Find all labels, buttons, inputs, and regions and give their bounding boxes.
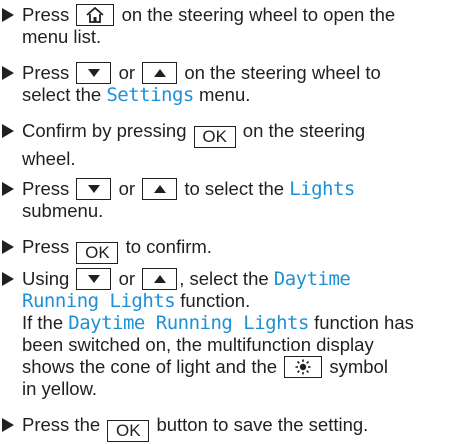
- bullet-icon: [2, 66, 14, 80]
- triangle-up-icon: [153, 185, 166, 193]
- triangle-down-icon: [87, 69, 100, 77]
- up-key: [142, 62, 178, 84]
- bullet-icon: [2, 418, 14, 432]
- step-text: on the steering wheel to: [184, 62, 381, 83]
- up-key: [142, 268, 178, 290]
- display-text-lights: Lights: [289, 178, 355, 200]
- step-text: Press: [22, 236, 70, 257]
- display-text-daytime: Daytime: [273, 268, 351, 290]
- ok-key: OK: [193, 126, 236, 148]
- step-text: Press: [22, 4, 70, 25]
- step-7: Press the OK button to save the setting.: [0, 414, 468, 442]
- step-text: menu.: [198, 84, 251, 105]
- step-text: Press: [22, 62, 70, 83]
- bullet-icon: [2, 240, 14, 254]
- note-text: shows the cone of light and the: [22, 356, 278, 377]
- display-text-settings: Settings: [106, 84, 194, 106]
- step-text: to confirm.: [125, 236, 212, 257]
- down-key: [76, 62, 112, 84]
- or-text: or: [118, 178, 136, 199]
- bullet-icon: [2, 8, 14, 22]
- note-text: symbol: [329, 356, 388, 377]
- light-symbol-key: [284, 356, 323, 378]
- step-text: Press: [22, 178, 70, 199]
- display-text-running-lights: Running Lights: [22, 290, 176, 312]
- step-3: Confirm by pressing OK on the steering w…: [0, 120, 468, 170]
- ok-key: OK: [76, 242, 119, 264]
- step-text: Confirm by pressing: [22, 120, 187, 141]
- bullet-icon: [2, 272, 14, 286]
- bullet-icon: [2, 182, 14, 196]
- triangle-up-icon: [153, 275, 166, 283]
- triangle-down-icon: [87, 275, 100, 283]
- step-text: wheel.: [22, 148, 76, 169]
- step-4: Press or to select the Lights submenu.: [0, 178, 468, 222]
- note-text: If the: [22, 312, 64, 333]
- triangle-up-icon: [153, 69, 166, 77]
- step-1: Press on the steering wheel to open the …: [0, 4, 468, 48]
- step-text: on the steering wheel to open the: [121, 4, 396, 25]
- step-text: on the steering: [242, 120, 366, 141]
- step-text: menu list.: [22, 26, 102, 47]
- step-text: select the: [22, 84, 102, 105]
- display-text-daytime-running-lights: Daytime Running Lights: [68, 312, 309, 334]
- light-symbol-icon: [295, 359, 311, 375]
- step-text: submenu.: [22, 200, 104, 221]
- triangle-down-icon: [87, 185, 100, 193]
- note-text: in yellow.: [22, 378, 98, 399]
- step-text: to select the: [184, 178, 285, 199]
- down-key: [76, 178, 112, 200]
- home-button-key: [76, 4, 115, 26]
- up-key: [142, 178, 178, 200]
- step-5: Press OK to confirm.: [0, 236, 468, 264]
- step-text: button to save the setting.: [156, 414, 369, 435]
- bullet-icon: [2, 124, 14, 138]
- step-text: Press the: [22, 414, 101, 435]
- step-text: Using: [22, 268, 70, 289]
- step-2: Press or on the steering wheel to select…: [0, 62, 468, 106]
- note-text: function has: [314, 312, 414, 333]
- ok-key: OK: [107, 420, 150, 442]
- note-text: been switched on, the multifunction disp…: [22, 334, 374, 355]
- step-text: , select the: [179, 268, 269, 289]
- step-text: function.: [180, 290, 251, 311]
- down-key: [76, 268, 112, 290]
- or-text: or: [118, 62, 136, 83]
- instructions: Press on the steering wheel to open the …: [0, 0, 470, 444]
- or-text: or: [118, 268, 136, 289]
- home-icon: [86, 7, 105, 23]
- step-6: Using or , select the Daytime Running Li…: [0, 268, 468, 400]
